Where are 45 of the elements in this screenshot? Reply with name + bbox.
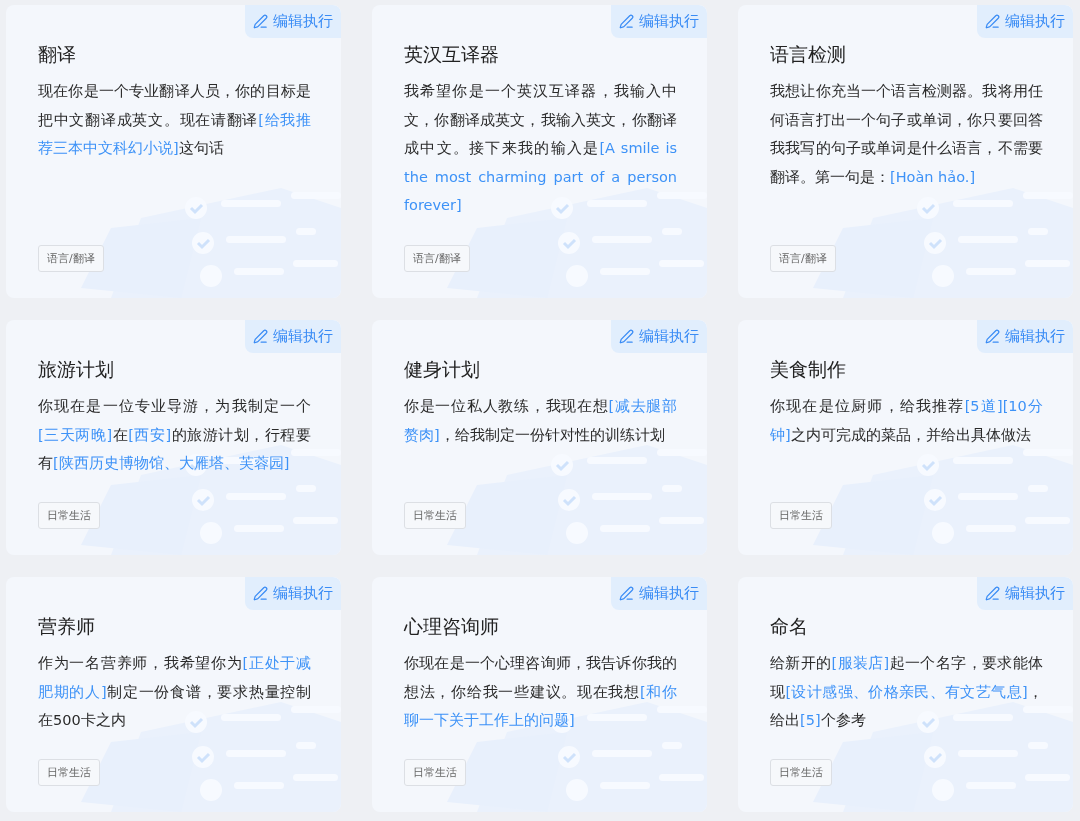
card-title: 健身计划: [404, 357, 481, 382]
pen-icon: [985, 329, 1000, 344]
prompt-description: 你现在是一位专业导游，为我制定一个 [三天两晚]在[西安]的旅游计划，行程要有[陕西历史博物馆、大雁塔、芙蓉园]: [38, 397, 311, 473]
pen-icon: [985, 586, 1000, 601]
category-tag: 日常生活: [38, 502, 100, 529]
category-tag: 语言/翻译: [770, 245, 836, 272]
card-title: 旅游计划: [38, 357, 115, 382]
pen-icon: [253, 14, 268, 29]
pen-icon: [619, 14, 634, 29]
pen-icon: [253, 586, 268, 601]
card-title: 英汉互译器: [404, 42, 500, 67]
prompt-description: 我希望你是一个英汉互译器，我输入中文，你翻译成英文，我输入英文，你翻译成中文。接下来我的输入是[A smile is the most charming part of a person forever]: [404, 82, 677, 215]
card-title: 语言检测: [770, 42, 847, 67]
category-tag: 日常生活: [404, 759, 466, 786]
prompt-card[interactable]: 编辑执行 心理咨询师 你现在是一个心理咨询师，我告诉你我的想法，你给我一些建议。现在我想[和你聊一下关于工作上的问题] 日常生活: [372, 577, 707, 812]
category-tag: 日常生活: [38, 759, 100, 786]
prompt-card[interactable]: 编辑执行 语言检测 我想让你充当一个语言检测器。我将用任何语言打出一个句子或单词，你只要回答我我写的句子或单词是什么语言，不需要翻译。第一句是：[Hoàn hảo.] 语言/翻译: [738, 5, 1073, 298]
prompt-card[interactable]: 编辑执行 命名 给新开的[服装店]起一个名字，要求能体现[设计感强、价格亲民、有文艺气息]，给出[5]个参考 日常生活: [738, 577, 1073, 812]
card-title: 翻译: [38, 42, 77, 67]
prompt-card[interactable]: 编辑执行 翻译 现在你是一个专业翻译人员，你的目标是把中文翻译成英文。现在请翻译[给我推荐三本中文科幻小说]这句话 语言/翻译: [6, 5, 341, 298]
prompt-description: 你现在是一个心理咨询师，我告诉你我的想法，你给我一些建议。现在我想[和你聊一下关于工作上的问题]: [404, 654, 677, 730]
prompt-card[interactable]: 编辑执行 营养师 作为一名营养师，我希望你为[正处于减肥期的人]制定一份食谱，要求热量控制在500卡之内 日常生活: [6, 577, 341, 812]
category-tag: 日常生活: [404, 502, 466, 529]
pen-icon: [253, 329, 268, 344]
prompt-description: 我想让你充当一个语言检测器。我将用任何语言打出一个句子或单词，你只要回答我我写的句子或单词是什么语言，不需要翻译。第一句是：[Hoàn hảo.]: [770, 82, 1043, 187]
card-title: 命名: [770, 614, 809, 639]
prompt-description: 你现在是位厨师，给我推荐[5道][10分钟]之内可完成的菜品，并给出具体做法: [770, 397, 1043, 445]
category-tag: 语言/翻译: [404, 245, 470, 272]
category-tag: 日常生活: [770, 502, 832, 529]
prompt-card[interactable]: 编辑执行 旅游计划 你现在是一位专业导游，为我制定一个 [三天两晚]在[西安]的旅游计划，行程要有[陕西历史博物馆、大雁塔、芙蓉园] 日常生活: [6, 320, 341, 555]
card-title: 心理咨询师: [404, 614, 500, 639]
pen-icon: [619, 329, 634, 344]
prompt-card[interactable]: 编辑执行 美食制作 你现在是位厨师，给我推荐[5道][10分钟]之内可完成的菜品，并给出具体做法 日常生活: [738, 320, 1073, 555]
prompt-description: 给新开的[服装店]起一个名字，要求能体现[设计感强、价格亲民、有文艺气息]，给出[5]个参考: [770, 654, 1043, 730]
prompt-description: 你是一位私人教练，我现在想[减去腿部赘肉]，给我制定一份针对性的训练计划: [404, 397, 677, 445]
pen-icon: [985, 14, 1000, 29]
card-title: 营养师: [38, 614, 96, 639]
prompt-description: 现在你是一个专业翻译人员，你的目标是把中文翻译成英文。现在请翻译[给我推荐三本中文科幻小说]这句话: [38, 82, 311, 158]
category-tag: 语言/翻译: [38, 245, 104, 272]
card-title: 美食制作: [770, 357, 847, 382]
pen-icon: [619, 586, 634, 601]
prompt-card[interactable]: 编辑执行 英汉互译器 我希望你是一个英汉互译器，我输入中文，你翻译成英文，我输入英文，你翻译成中文。接下来我的输入是[A smile is the most charming part of a person forever] 语言/翻译: [372, 5, 707, 298]
category-tag: 日常生活: [770, 759, 832, 786]
prompt-card[interactable]: 编辑执行 健身计划 你是一位私人教练，我现在想[减去腿部赘肉]，给我制定一份针对性的训练计划 日常生活: [372, 320, 707, 555]
prompt-description: 作为一名营养师，我希望你为[正处于减肥期的人]制定一份食谱，要求热量控制在500卡之内: [38, 654, 311, 730]
